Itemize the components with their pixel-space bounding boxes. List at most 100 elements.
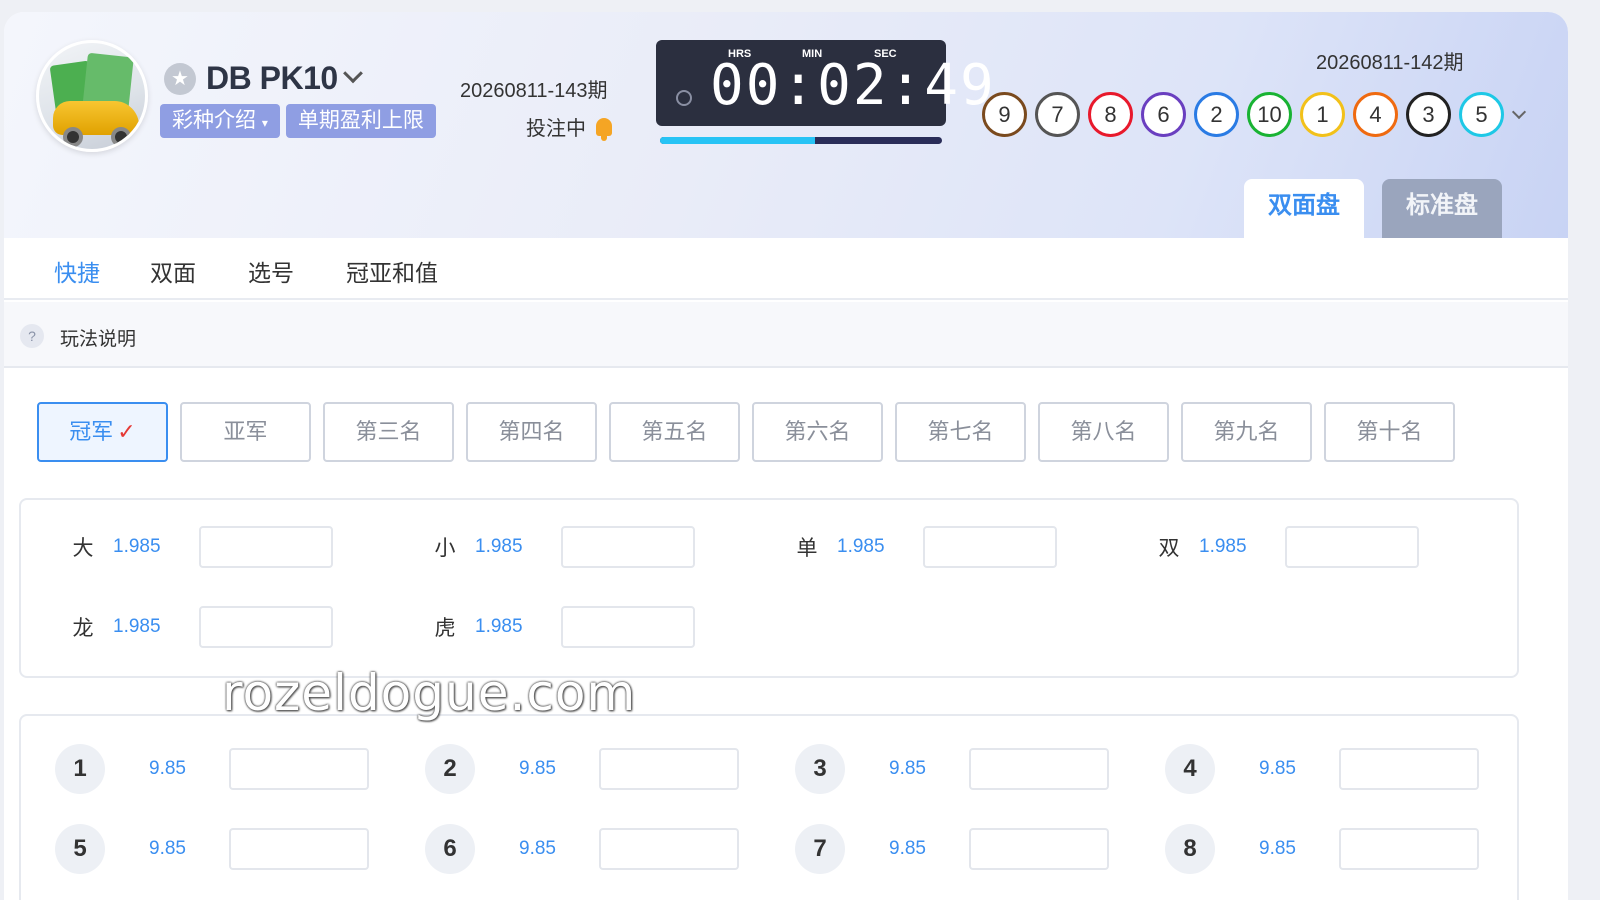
rank-button[interactable]: 第三名 xyxy=(323,402,454,462)
bet-amount-input[interactable] xyxy=(1285,526,1419,568)
bet-option: 小 1.985 xyxy=(415,526,695,568)
bet-odds: 1.985 xyxy=(1199,536,1247,557)
number-bet-option: 7 9.85 xyxy=(795,824,1109,874)
rank-button[interactable]: 第四名 xyxy=(466,402,597,462)
bet-amount-input[interactable] xyxy=(561,526,695,568)
number-bet-box: 1 9.85 2 9.85 3 9.85 4 9.85 5 9.85 6 9.85 7 9.85 8 9.85 xyxy=(19,714,1519,900)
help-bar: ? 玩法说明 xyxy=(4,302,1568,368)
check-icon: ✓ xyxy=(117,419,136,444)
bet-amount-input[interactable] xyxy=(229,828,369,870)
timer-value: 00:02:49 xyxy=(710,53,996,118)
game-title-row[interactable]: ★ DB PK10 xyxy=(164,60,363,97)
number-bet-option: 8 9.85 xyxy=(1165,824,1479,874)
bet-odds: 9.85 xyxy=(519,758,556,779)
bet-amount-input[interactable] xyxy=(1339,748,1479,790)
tab-double-side-mode[interactable]: 双面盘 xyxy=(1244,179,1364,238)
result-ball: 1 xyxy=(1300,92,1345,137)
rank-selector: 冠军 ✓ 亚军 第三名 第四名 第五名 第六名 第七名 第八名 第九名 第十名 xyxy=(37,402,1455,462)
bet-option-label: 龙 xyxy=(72,617,94,640)
rank-button[interactable]: 第十名 xyxy=(1324,402,1455,462)
bet-odds: 9.85 xyxy=(149,838,186,859)
bet-option: 大 1.985 xyxy=(53,526,333,568)
alarm-clock-icon xyxy=(676,90,692,106)
result-ball: 9 xyxy=(982,92,1027,137)
bet-amount-input[interactable] xyxy=(923,526,1057,568)
bet-amount-input[interactable] xyxy=(561,606,695,648)
bet-option-label: 小 xyxy=(434,537,456,560)
bet-status: 投注中 xyxy=(526,112,612,141)
bet-amount-input[interactable] xyxy=(229,748,369,790)
bet-option-label: 双 xyxy=(1158,537,1180,560)
bet-option: 双 1.985 xyxy=(1139,526,1419,568)
bet-odds: 9.85 xyxy=(889,838,926,859)
bet-option: 虎 1.985 xyxy=(415,606,695,648)
bell-icon xyxy=(596,117,612,141)
result-ball: 6 xyxy=(1141,92,1186,137)
bet-odds: 9.85 xyxy=(1259,838,1296,859)
rank-button[interactable]: 第七名 xyxy=(895,402,1026,462)
tab-sum[interactable]: 冠亚和值 xyxy=(346,254,438,288)
logo-wheel-graphic xyxy=(63,127,83,147)
number-bet-option: 5 9.85 xyxy=(55,824,369,874)
bet-amount-input[interactable] xyxy=(599,748,739,790)
number-badge: 4 xyxy=(1165,744,1215,794)
rank-button[interactable]: 亚军 xyxy=(180,402,311,462)
number-bet-option: 4 9.85 xyxy=(1165,744,1479,794)
result-ball: 7 xyxy=(1035,92,1080,137)
rank-button[interactable]: 第九名 xyxy=(1181,402,1312,462)
result-ball: 5 xyxy=(1459,92,1504,137)
bet-odds: 1.985 xyxy=(113,536,161,557)
help-link[interactable]: 玩法说明 xyxy=(60,324,136,351)
result-ball: 3 xyxy=(1406,92,1451,137)
bet-odds: 1.985 xyxy=(475,616,523,637)
number-badge: 7 xyxy=(795,824,845,874)
rank-button[interactable]: 第八名 xyxy=(1038,402,1169,462)
result-ball: 10 xyxy=(1247,92,1292,137)
number-badge: 3 xyxy=(795,744,845,794)
bet-amount-input[interactable] xyxy=(1339,828,1479,870)
rank-button[interactable]: 第五名 xyxy=(609,402,740,462)
timer-progress-bar xyxy=(660,137,942,144)
bet-amount-input[interactable] xyxy=(199,526,333,568)
number-bet-option: 6 9.85 xyxy=(425,824,739,874)
game-intro-button[interactable]: 彩种介绍 ▾ xyxy=(160,104,280,138)
tab-double-side[interactable]: 双面 xyxy=(150,254,196,288)
rank-button[interactable]: 第六名 xyxy=(752,402,883,462)
bet-option-label: 单 xyxy=(796,537,818,560)
game-logo xyxy=(36,40,148,152)
bet-odds: 9.85 xyxy=(889,758,926,779)
profit-limit-button[interactable]: 单期盈利上限 xyxy=(285,104,436,138)
current-issue: 20260811-143期 xyxy=(460,80,608,102)
countdown-timer: HRS MIN SEC 00:02:49 xyxy=(656,40,994,126)
play-nav: 快捷 双面 选号 冠亚和值 xyxy=(4,238,1568,300)
number-badge: 2 xyxy=(425,744,475,794)
number-badge: 6 xyxy=(425,824,475,874)
rank-button[interactable]: 冠军 ✓ xyxy=(37,402,168,462)
chevron-down-icon[interactable] xyxy=(342,62,363,83)
bet-amount-input[interactable] xyxy=(599,828,739,870)
question-icon[interactable]: ? xyxy=(20,324,44,348)
tab-standard-mode[interactable]: 标准盘 xyxy=(1382,179,1502,238)
bet-amount-input[interactable] xyxy=(199,606,333,648)
favorite-star-icon[interactable]: ★ xyxy=(164,62,196,95)
number-badge: 8 xyxy=(1165,824,1215,874)
chevron-down-icon[interactable] xyxy=(1511,104,1527,119)
bet-odds: 1.985 xyxy=(475,536,523,557)
number-badge: 5 xyxy=(55,824,105,874)
number-bet-option: 3 9.85 xyxy=(795,744,1109,794)
game-pills: 彩种介绍 ▾ 单期盈利上限 xyxy=(160,104,436,138)
bet-amount-input[interactable] xyxy=(969,748,1109,790)
bet-odds: 9.85 xyxy=(1259,758,1296,779)
result-ball: 8 xyxy=(1088,92,1133,137)
tab-quick[interactable]: 快捷 xyxy=(54,254,100,288)
two-side-bet-box: 大 1.985 小 1.985 单 1.985 双 1.985 龙 1.985 虎 1.985 xyxy=(19,498,1519,678)
watermark: rozeldogue.com xyxy=(222,664,637,722)
bet-odds: 1.985 xyxy=(113,616,161,637)
chevron-down-icon: ▾ xyxy=(261,116,268,130)
bet-odds: 9.85 xyxy=(519,838,556,859)
tab-pick-number[interactable]: 选号 xyxy=(248,254,294,288)
bet-amount-input[interactable] xyxy=(969,828,1109,870)
timer-progress-fill xyxy=(660,137,816,144)
logo-wheel-graphic xyxy=(111,127,131,147)
number-bet-option: 1 9.85 xyxy=(55,744,369,794)
